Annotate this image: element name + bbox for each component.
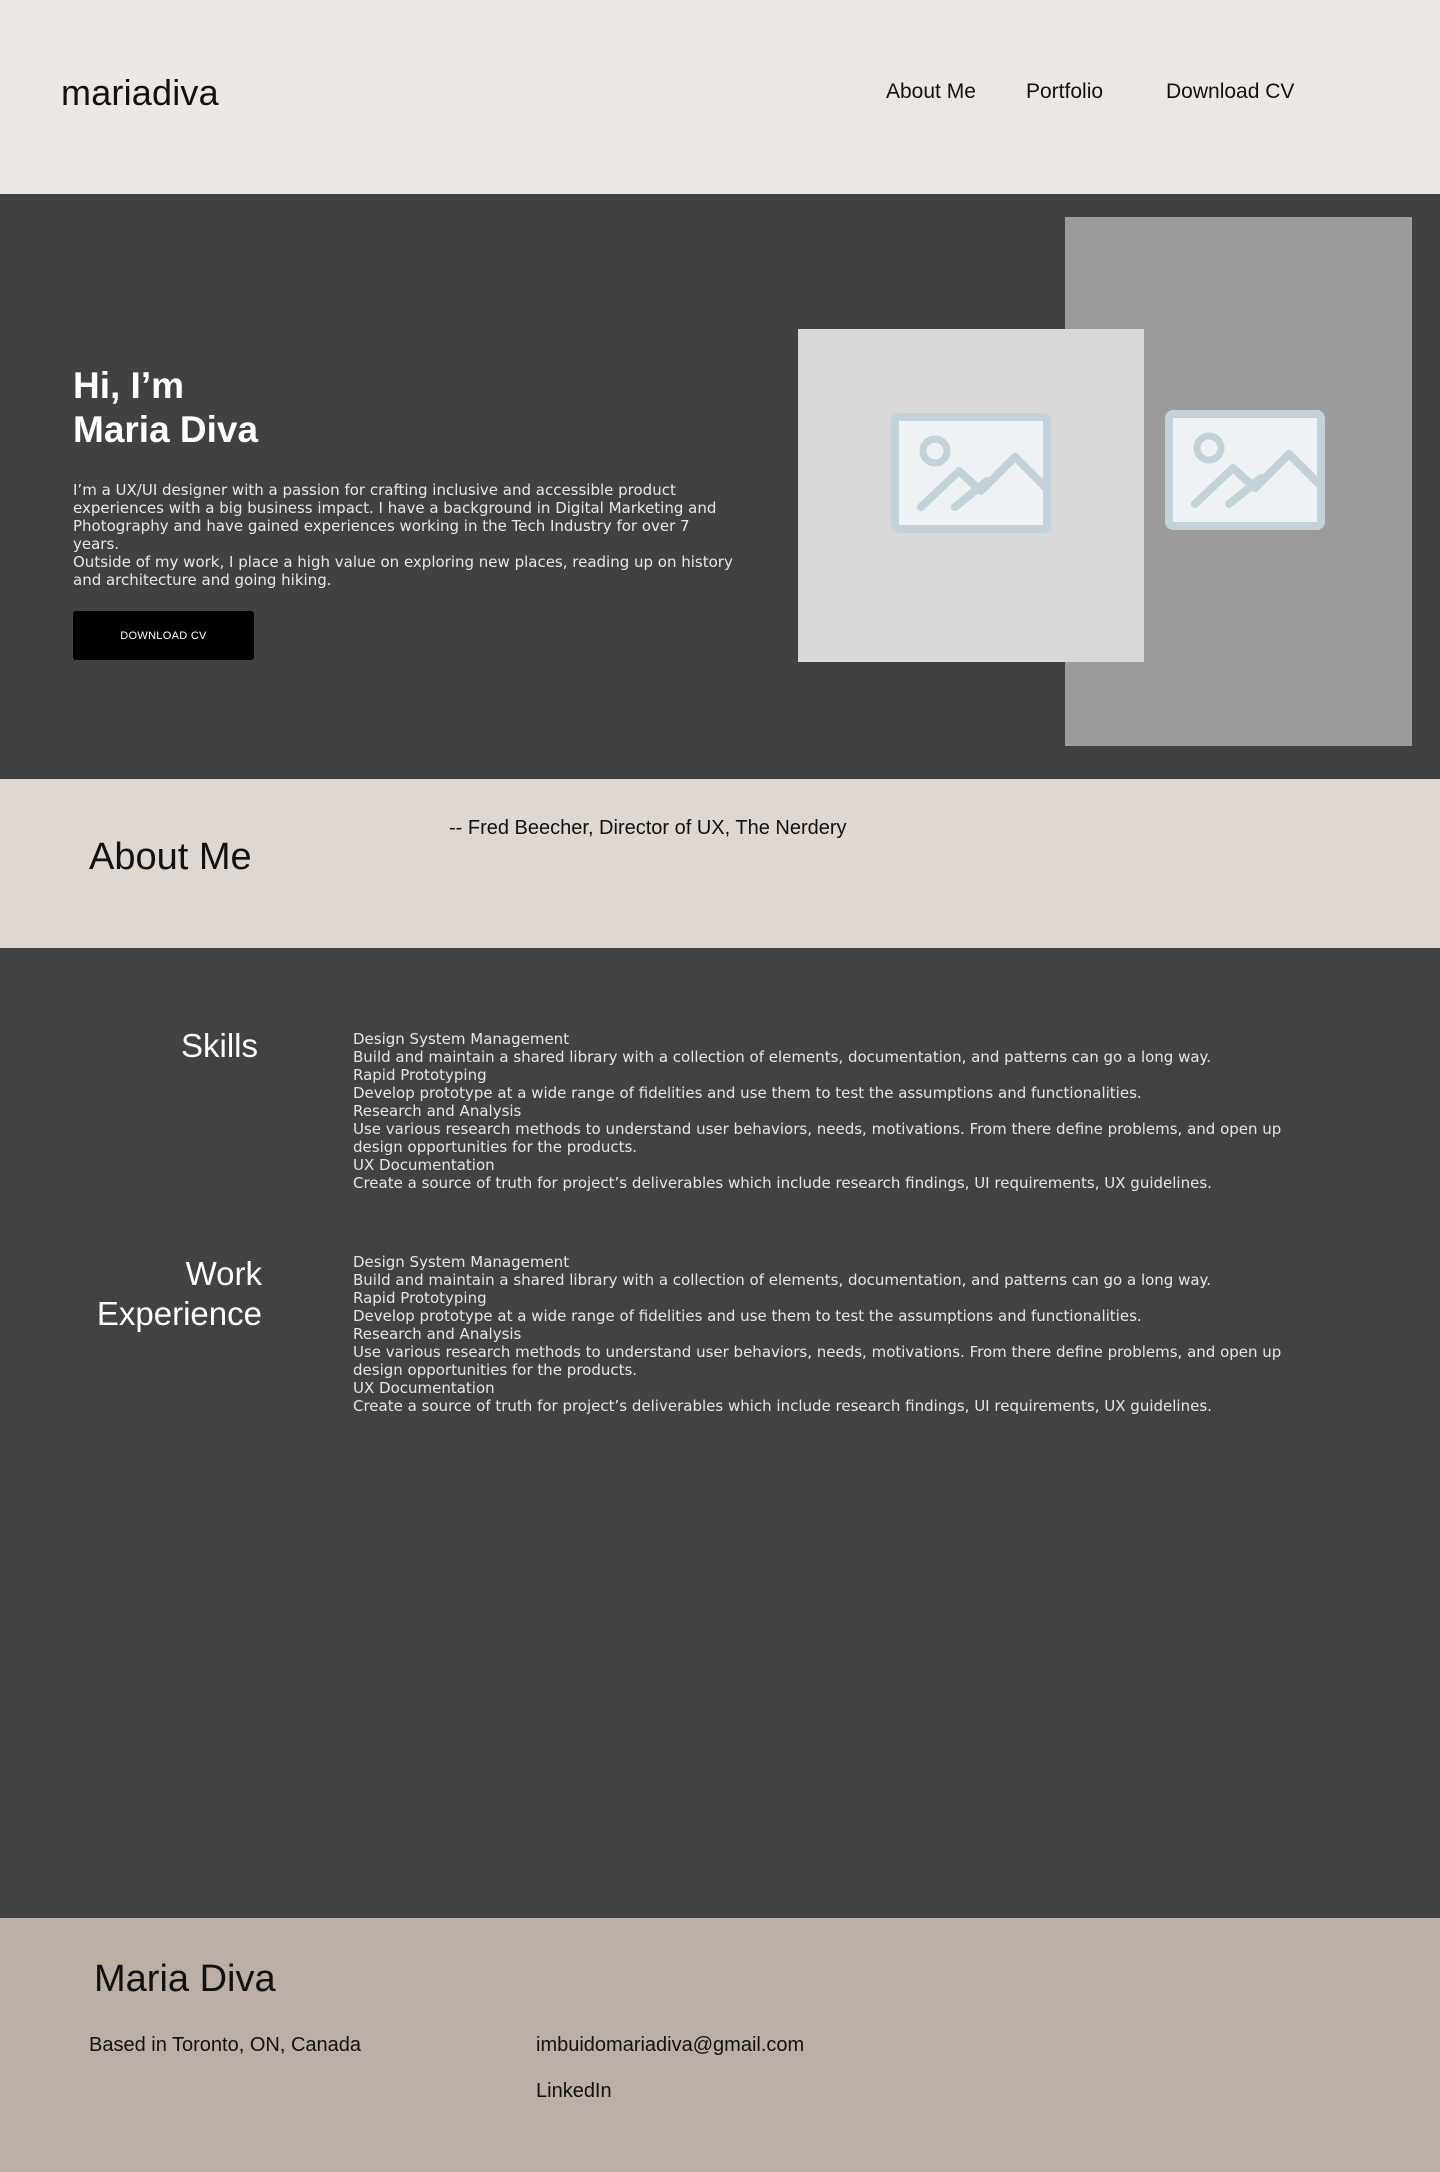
hero-heading-line1: Hi, I’m xyxy=(73,365,185,406)
hero-section: Hi, I’m Maria Diva I’m a UX/UI designer … xyxy=(0,194,1440,779)
list-item: Research and Analysis xyxy=(353,1102,522,1120)
work-title-line2: Experience xyxy=(96,1295,262,1332)
image-placeholder-icon xyxy=(891,413,1051,533)
work-experience-list: Design System Management Build and maint… xyxy=(353,1253,1293,1415)
list-item: Use various research methods to understa… xyxy=(353,1120,1282,1156)
skills-work-section: Skills Design System Management Build an… xyxy=(0,948,1440,1918)
work-experience-title: Work Experience xyxy=(60,1254,262,1334)
nav-portfolio[interactable]: Portfolio xyxy=(1026,80,1103,104)
site-header: mariadiva About Me Portfolio Download CV xyxy=(0,0,1440,194)
about-section: About Me -- Fred Beecher, Director of UX… xyxy=(0,779,1440,948)
nav-about-me[interactable]: About Me xyxy=(886,80,976,104)
footer-linkedin-link[interactable]: LinkedIn xyxy=(536,2080,612,2103)
footer-location: Based in Toronto, ON, Canada xyxy=(89,2034,362,2056)
site-footer: Maria Diva Based in Toronto, ON, Canada … xyxy=(0,1918,1440,2172)
footer-email-link[interactable]: imbuidomariadiva@gmail.com xyxy=(536,2034,804,2057)
list-item: Create a source of truth for project’s d… xyxy=(353,1397,1212,1415)
list-item: UX Documentation xyxy=(353,1379,495,1397)
skills-title: Skills xyxy=(180,1027,258,1064)
image-placeholder-icon xyxy=(1165,410,1325,530)
list-item: Rapid Prototyping xyxy=(353,1289,487,1307)
work-title-line1: Work xyxy=(185,1255,262,1292)
list-item: Develop prototype at a wide range of fid… xyxy=(353,1084,1142,1102)
hero-image-front xyxy=(798,329,1144,662)
list-item: Develop prototype at a wide range of fid… xyxy=(353,1307,1142,1325)
about-title: About Me xyxy=(89,836,252,878)
list-item: Design System Management xyxy=(353,1253,570,1271)
skills-list: Design System Management Build and maint… xyxy=(353,1030,1293,1192)
list-item: UX Documentation xyxy=(353,1156,495,1174)
list-item: Research and Analysis xyxy=(353,1325,522,1343)
list-item: Rapid Prototyping xyxy=(353,1066,487,1084)
list-item: Use various research methods to understa… xyxy=(353,1343,1282,1379)
list-item: Design System Management xyxy=(353,1030,570,1048)
testimonial-attribution: -- Fred Beecher, Director of UX, The Ner… xyxy=(449,817,847,839)
list-item: Build and maintain a shared library with… xyxy=(353,1048,1212,1066)
nav-download-cv[interactable]: Download CV xyxy=(1166,80,1294,104)
download-cv-button[interactable]: DOWNLOAD CV xyxy=(73,611,254,660)
list-item: Build and maintain a shared library with… xyxy=(353,1271,1212,1289)
list-item: Create a source of truth for project’s d… xyxy=(353,1174,1212,1192)
hero-intro-paragraph: I’m a UX/UI designer with a passion for … xyxy=(73,481,717,553)
hero-hobbies-paragraph: Outside of my work, I place a high value… xyxy=(73,553,733,589)
footer-name: Maria Diva xyxy=(94,1958,276,2000)
hero-heading: Hi, I’m Maria Diva xyxy=(73,364,258,452)
site-logo[interactable]: mariadiva xyxy=(61,72,219,114)
hero-heading-line2: Maria Diva xyxy=(73,409,259,450)
